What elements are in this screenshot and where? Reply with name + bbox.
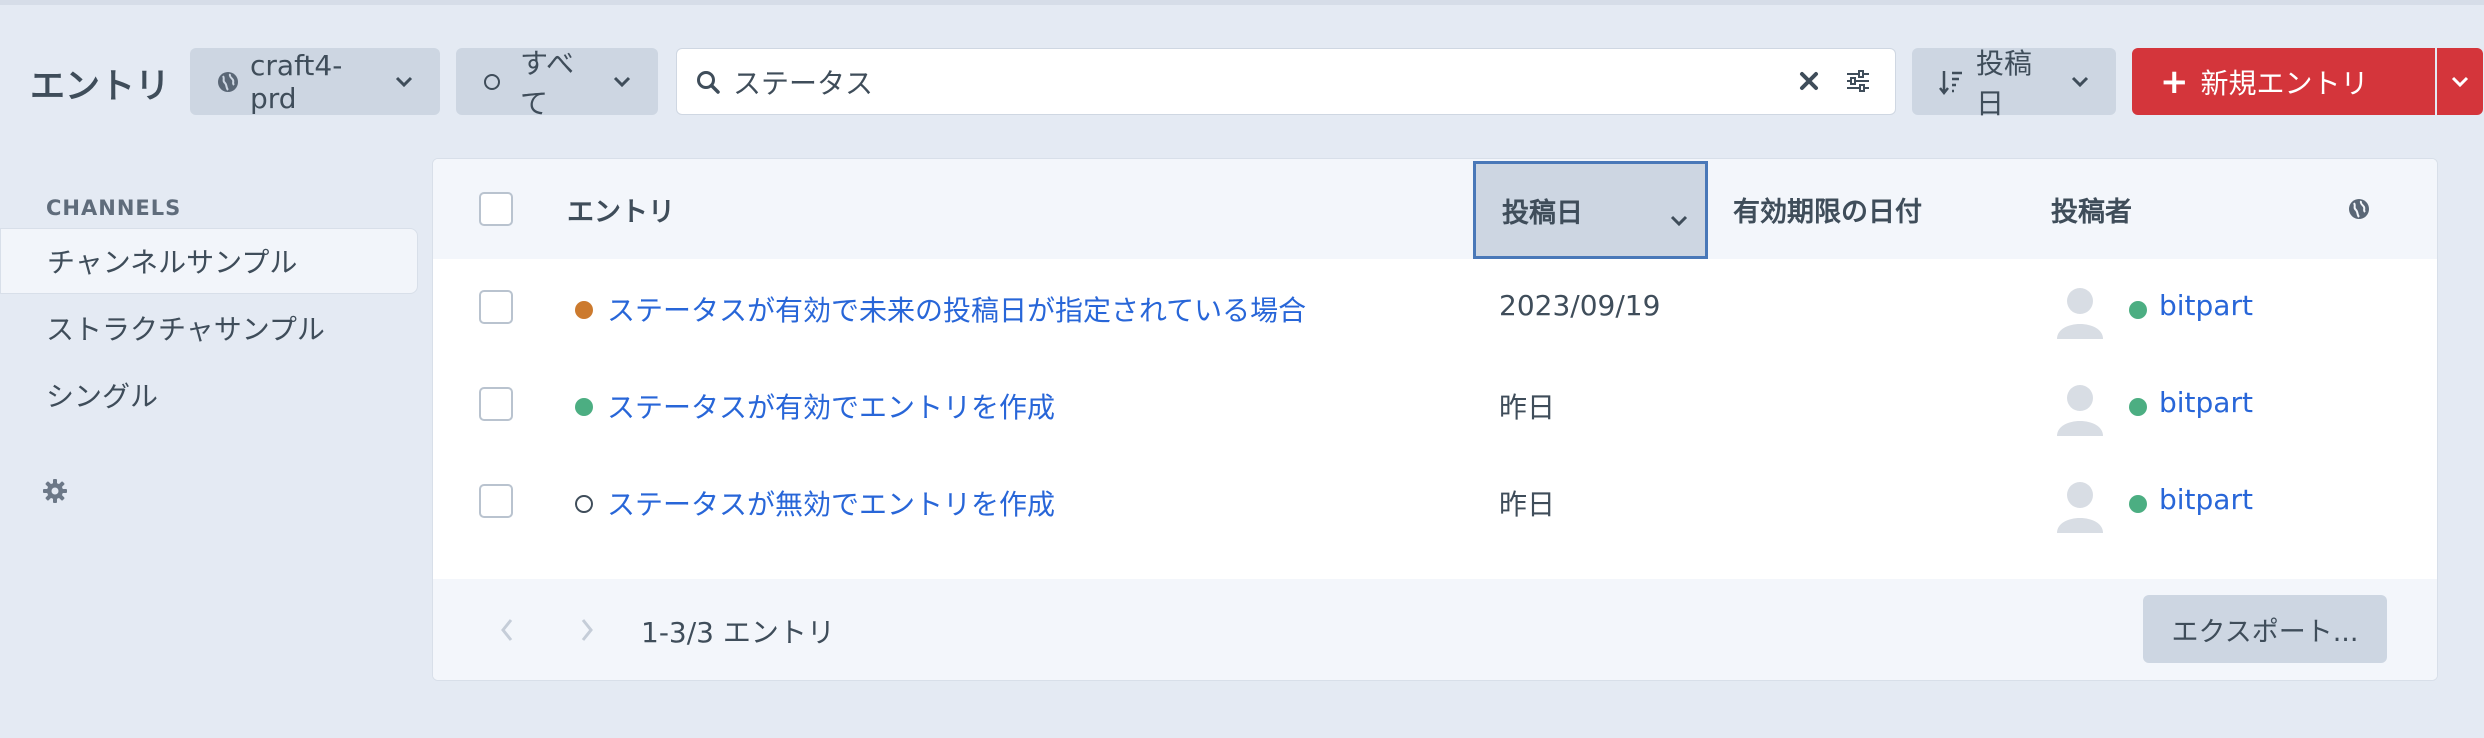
- column-header-expiry-date[interactable]: 有効期限の日付: [1733, 159, 1922, 259]
- author-status-icon: [2129, 398, 2147, 416]
- sort-icon: [1938, 68, 1964, 96]
- avatar-icon: [2051, 475, 2109, 533]
- chevron-down-icon: [1669, 204, 1689, 235]
- sidebar-item-label: ストラクチャサンプル: [46, 313, 325, 346]
- status-live-icon: [575, 398, 593, 416]
- column-header-post-date[interactable]: 投稿日: [1473, 161, 1708, 259]
- entries-panel: エントリ 投稿日 有効期限の日付 投稿者 ステータスが有効で未来の投稿日が指定さ…: [432, 158, 2438, 681]
- post-date: 昨日: [1499, 391, 1556, 424]
- post-date: 昨日: [1499, 488, 1556, 521]
- new-entry-label: 新規エントリ: [2200, 66, 2369, 100]
- gear-icon[interactable]: [42, 478, 68, 508]
- table-row: ステータスが有効でエントリを作成 昨日 bitpart: [433, 356, 2437, 453]
- pagination-text: 1-3/3 エントリ: [641, 616, 835, 649]
- top-border: [0, 0, 2484, 5]
- search-input[interactable]: [733, 65, 1783, 98]
- plus-icon: +: [2160, 61, 2189, 102]
- page-header: エントリ craft4-prd すべて 投稿: [0, 47, 2484, 120]
- sort-menu-button[interactable]: 投稿日: [1912, 47, 2116, 120]
- entry-title-link[interactable]: ステータスが有効でエントリを作成: [607, 386, 1055, 426]
- table-row: ステータスが有効で未来の投稿日が指定されている場合 2023/09/19 bit…: [433, 259, 2437, 356]
- search-icon: [695, 69, 721, 95]
- table-row: ステータスが無効でエントリを作成 昨日 bitpart: [433, 453, 2437, 550]
- author-status-icon: [2129, 301, 2147, 319]
- table-header: エントリ 投稿日 有効期限の日付 投稿者: [433, 159, 2437, 259]
- avatar-icon: [2051, 378, 2109, 436]
- row-checkbox[interactable]: [479, 387, 513, 421]
- chevron-left-icon[interactable]: [499, 617, 515, 647]
- new-entry-button[interactable]: + 新規エントリ: [2132, 48, 2435, 115]
- status-disabled-icon: [575, 495, 593, 513]
- sort-label: 投稿日: [1976, 46, 2033, 120]
- row-checkbox[interactable]: [479, 484, 513, 518]
- chevron-right-icon[interactable]: [579, 617, 595, 647]
- entry-title-link[interactable]: ステータスが無効でエントリを作成: [607, 483, 1055, 523]
- adjust-filters-icon[interactable]: [1845, 69, 1871, 97]
- author-link[interactable]: bitpart: [2159, 289, 2253, 322]
- avatar-icon: [2051, 281, 2109, 339]
- column-header-entry[interactable]: エントリ: [567, 159, 675, 259]
- site-menu-button[interactable]: craft4-prd: [190, 48, 440, 115]
- author-status-icon: [2129, 495, 2147, 513]
- author-link[interactable]: bitpart: [2159, 386, 2253, 419]
- status-pending-icon: [575, 301, 593, 319]
- author-link[interactable]: bitpart: [2159, 483, 2253, 516]
- row-checkbox[interactable]: [479, 290, 513, 324]
- select-all-checkbox[interactable]: [479, 192, 513, 226]
- site-label: craft4-prd: [250, 48, 343, 115]
- chevron-down-icon: [2070, 75, 2090, 89]
- column-header-label: 投稿日: [1502, 197, 1583, 229]
- sidebar-item-label: シングル: [46, 380, 159, 413]
- export-button[interactable]: エクスポート...: [2143, 595, 2387, 663]
- clear-search-icon[interactable]: [1797, 69, 1821, 97]
- new-entry-menu-button[interactable]: [2437, 48, 2483, 115]
- sidebar-item-channel-sample[interactable]: チャンネルサンプル: [0, 228, 418, 294]
- status-filter-label: すべて: [520, 46, 575, 120]
- status-filter-button[interactable]: すべて: [456, 47, 658, 120]
- chevron-down-icon: [612, 75, 632, 89]
- sidebar-heading: CHANNELS: [46, 196, 182, 220]
- table-footer: 1-3/3 エントリ エクスポート...: [433, 579, 2437, 680]
- column-header-author[interactable]: 投稿者: [2051, 159, 2132, 259]
- sidebar-item-label: チャンネルサンプル: [47, 246, 298, 279]
- search-box: [676, 48, 1896, 115]
- page-title: エントリ: [30, 67, 171, 107]
- globe-icon: [216, 70, 240, 94]
- sidebar-item-structure-sample[interactable]: ストラクチャサンプル: [0, 295, 418, 361]
- chevron-down-icon: [394, 75, 414, 89]
- globe-icon[interactable]: [2347, 159, 2371, 259]
- entry-title-link[interactable]: ステータスが有効で未来の投稿日が指定されている場合: [607, 289, 1306, 329]
- circle-icon: [482, 72, 502, 92]
- chevron-down-icon: [2450, 75, 2470, 89]
- sidebar-item-single[interactable]: シングル: [0, 362, 418, 428]
- post-date: 2023/09/19: [1499, 289, 1661, 322]
